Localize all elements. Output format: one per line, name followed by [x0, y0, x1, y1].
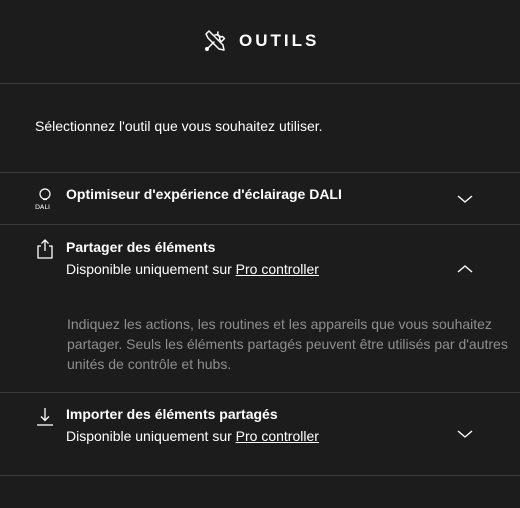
import-icon: [34, 406, 56, 428]
dali-bulb-icon: DALI: [34, 187, 56, 211]
share-icon: [34, 238, 56, 260]
tool-item-title: Optimiseur d'expérience d'éclairage DALI: [66, 186, 342, 202]
availability-text: Disponible uniquement sur Pro controller: [66, 428, 319, 444]
header-title-group: OUTILS: [203, 29, 319, 53]
pro-controller-link[interactable]: Pro controller: [236, 261, 319, 277]
availability-prefix: Disponible uniquement sur: [66, 428, 232, 444]
pro-controller-link[interactable]: Pro controller: [236, 428, 319, 444]
dali-icon-label: DALI: [35, 203, 50, 211]
availability-text: Disponible uniquement sur Pro controller: [66, 261, 319, 277]
chevron-down-icon[interactable]: [455, 427, 475, 439]
tool-item-title: Partager des éléments: [66, 239, 216, 255]
chevron-up-icon[interactable]: [455, 262, 475, 274]
divider: [0, 475, 520, 476]
share-description: Indiquez les actions, les routines et le…: [67, 316, 508, 372]
tools-icon: [203, 29, 227, 53]
page-title: OUTILS: [239, 31, 320, 50]
page-header: OUTILS: [0, 0, 520, 84]
intro-text: Sélectionnez l'outil que vous souhaitez …: [35, 118, 323, 134]
tool-item-dali[interactable]: DALI Optimiseur d'expérience d'éclairage…: [0, 173, 520, 224]
chevron-down-icon[interactable]: [455, 192, 475, 204]
tool-item-import[interactable]: Importer des éléments partagés Disponibl…: [0, 393, 520, 475]
tool-item-title: Importer des éléments partagés: [66, 406, 278, 422]
availability-prefix: Disponible uniquement sur: [66, 261, 232, 277]
